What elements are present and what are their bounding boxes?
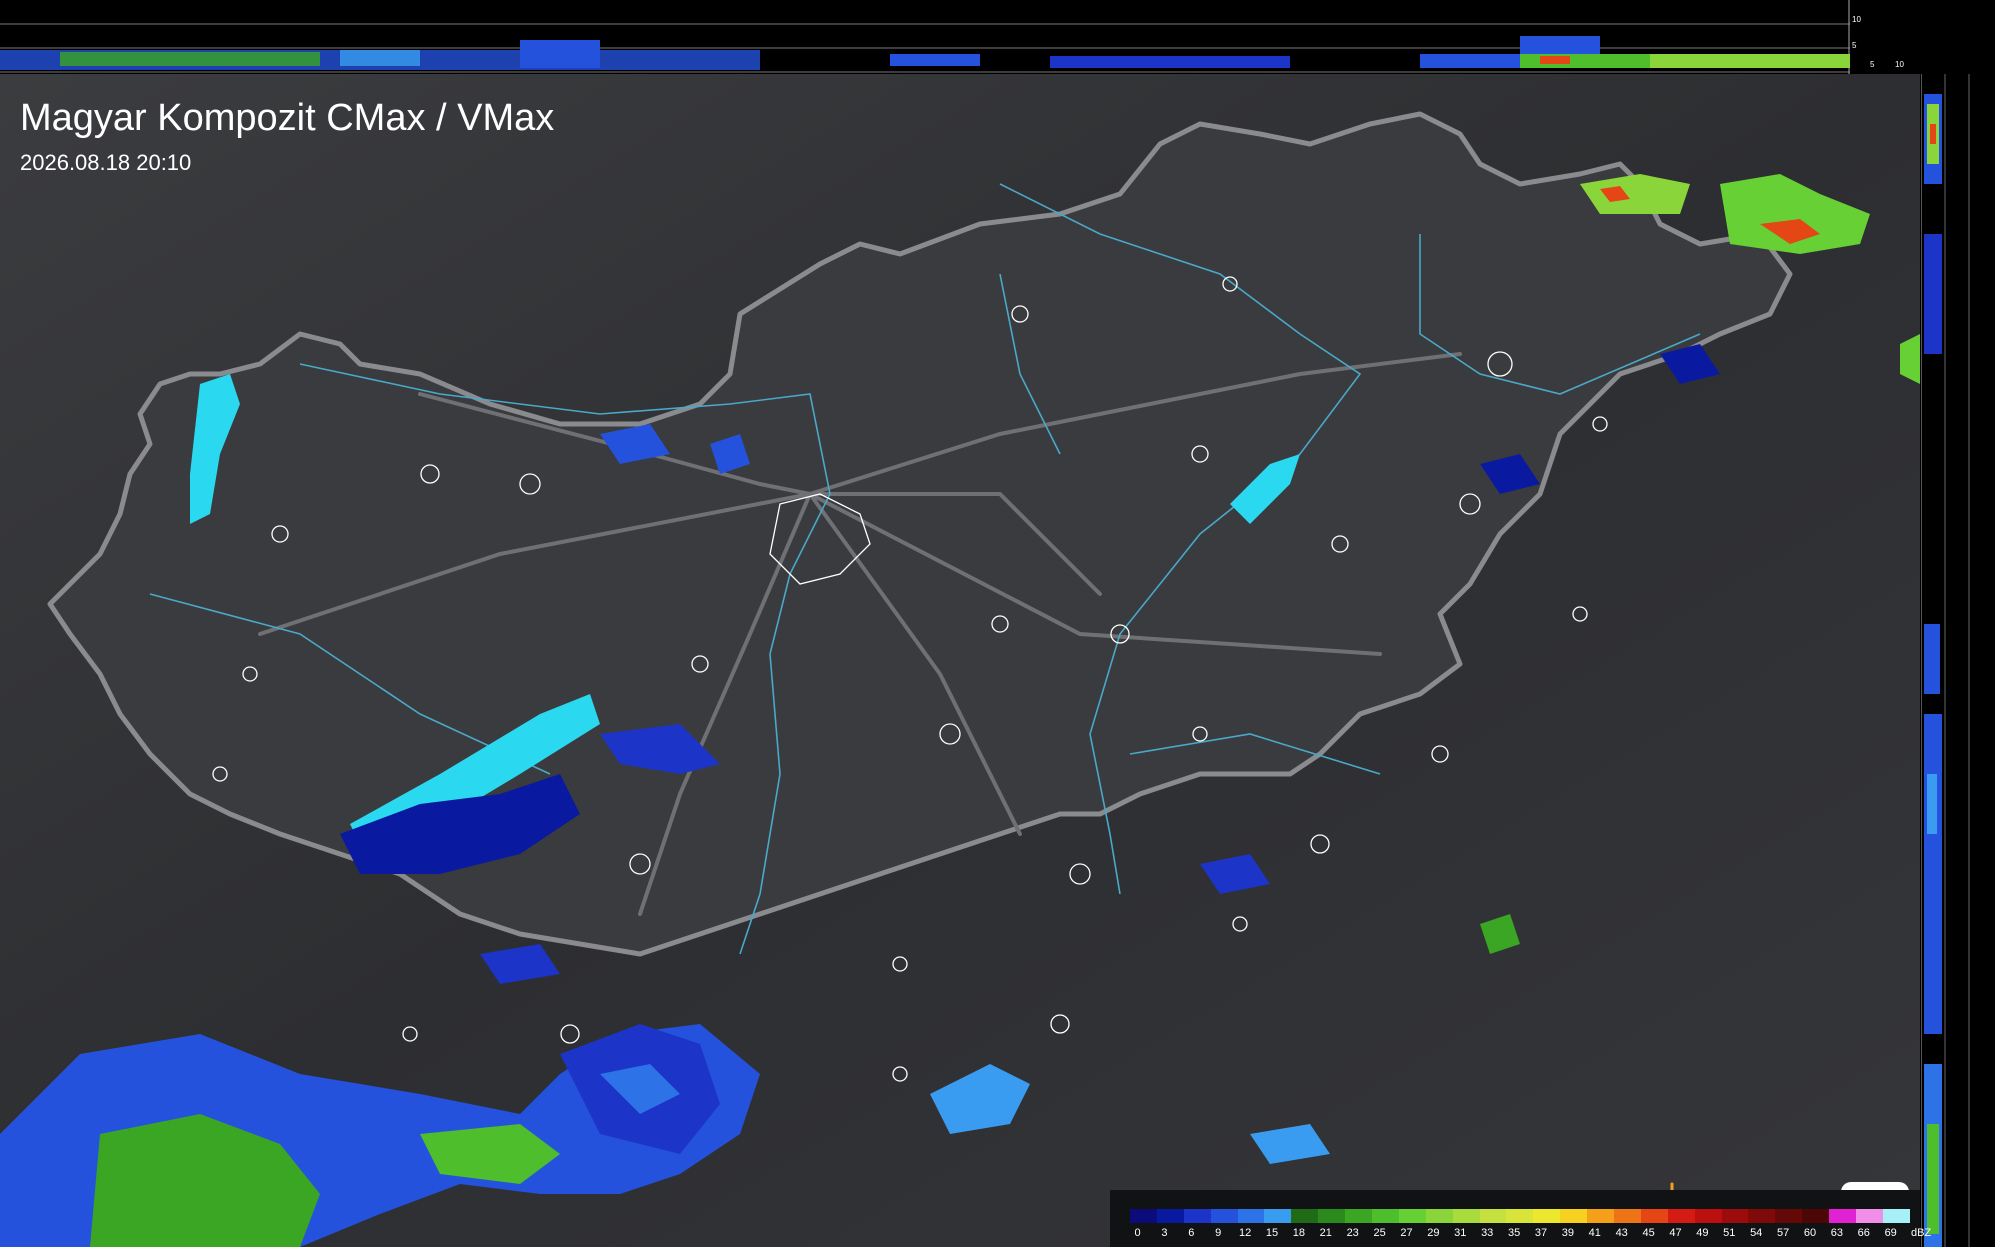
map-title: Magyar Kompozit CMax / VMax <box>20 97 555 139</box>
legend-label: 54 <box>1750 1227 1763 1239</box>
legend-swatch <box>1882 1209 1910 1223</box>
radar-map[interactable]: metnet <box>0 74 1920 1247</box>
legend-label: 35 <box>1507 1227 1521 1239</box>
legend-swatch <box>1210 1209 1238 1223</box>
legend-color-bar <box>1130 1209 1910 1223</box>
top-profile-tick: 5 <box>1852 41 1857 50</box>
legend-swatch <box>1667 1209 1695 1223</box>
dbz-legend: 0 3 6 9 12 15 18 21 23 25 27 29 31 33 35 37 39 41 43 45 47 49… <box>1110 1190 1931 1247</box>
right-profile-tick: 10 <box>1895 60 1904 69</box>
legend-unit: dBZ <box>1911 1227 1932 1239</box>
legend-swatch <box>1721 1209 1749 1223</box>
legend-label: 21 <box>1319 1227 1332 1239</box>
legend-swatch <box>1345 1209 1373 1223</box>
legend-swatch <box>1748 1209 1776 1223</box>
right-profile-graphic <box>1921 74 1970 1247</box>
legend-label: 12 <box>1238 1227 1252 1239</box>
legend-swatch <box>1640 1209 1668 1223</box>
legend-label: 25 <box>1373 1227 1386 1239</box>
legend-label: 37 <box>1534 1227 1548 1239</box>
legend-label: 33 <box>1481 1227 1494 1239</box>
legend-swatch <box>1183 1209 1211 1223</box>
legend-swatch <box>1856 1209 1883 1223</box>
legend-label: 49 <box>1696 1227 1709 1239</box>
legend-swatch <box>1614 1209 1641 1223</box>
legend-swatch <box>1237 1209 1265 1223</box>
legend-label: 6 <box>1188 1227 1195 1239</box>
legend-label: 27 <box>1400 1227 1413 1239</box>
legend-swatch <box>1533 1209 1561 1223</box>
legend-swatch <box>1587 1209 1615 1223</box>
legend-label: 60 <box>1803 1227 1817 1239</box>
legend-swatch <box>1130 1209 1157 1223</box>
legend-swatch <box>1775 1209 1803 1223</box>
legend-label: 9 <box>1215 1227 1222 1239</box>
legend-swatch <box>1694 1209 1722 1223</box>
legend-label: 43 <box>1615 1227 1628 1239</box>
radar-map-view: 10 5 5 10 Magyar Kompozit CMax / VMax 20… <box>0 0 1995 1247</box>
legend-label: 39 <box>1561 1227 1575 1239</box>
legend-swatch <box>1425 1209 1453 1223</box>
legend-swatch <box>1479 1209 1507 1223</box>
map-timestamp: 2026.08.18 20:10 <box>20 150 192 175</box>
legend-label: 66 <box>1857 1227 1870 1239</box>
right-vertical-profile <box>1921 74 1995 1247</box>
legend-label: 47 <box>1669 1227 1682 1239</box>
legend-label: 51 <box>1723 1227 1736 1239</box>
map-graphic <box>0 74 1920 1247</box>
legend-swatch <box>1291 1209 1319 1223</box>
legend-label: 18 <box>1292 1227 1306 1239</box>
legend-label: 57 <box>1776 1227 1790 1239</box>
legend-label: 15 <box>1265 1227 1279 1239</box>
legend-label: 3 <box>1161 1227 1168 1239</box>
legend-swatch <box>1156 1209 1184 1223</box>
legend-label: 45 <box>1642 1227 1655 1239</box>
legend-label: 29 <box>1427 1227 1440 1239</box>
legend-label: 0 <box>1134 1227 1141 1239</box>
legend-swatch <box>1398 1209 1426 1223</box>
legend-swatch <box>1560 1209 1588 1223</box>
legend-label: 41 <box>1588 1227 1601 1239</box>
legend-swatch <box>1318 1209 1346 1223</box>
top-profile-tick: 10 <box>1852 15 1861 24</box>
legend-label: 63 <box>1830 1227 1844 1239</box>
legend-labels: 0 3 6 9 12 15 18 21 23 25 27 29 31 33 35 37 39 41 43 45 47 49… <box>1130 1226 1931 1240</box>
top-vertical-profile: 10 5 5 10 <box>0 0 1920 74</box>
legend-swatch <box>1829 1209 1857 1223</box>
top-profile-graphic <box>0 0 1850 74</box>
legend-label: 31 <box>1454 1227 1467 1239</box>
legend-swatch <box>1506 1209 1534 1223</box>
legend-label: 69 <box>1884 1227 1897 1239</box>
legend-swatch <box>1802 1209 1830 1223</box>
legend-swatch <box>1264 1209 1292 1223</box>
right-profile-tick: 5 <box>1870 60 1875 69</box>
legend-label: 23 <box>1346 1227 1359 1239</box>
legend-swatch <box>1372 1209 1399 1223</box>
legend-swatch <box>1452 1209 1480 1223</box>
